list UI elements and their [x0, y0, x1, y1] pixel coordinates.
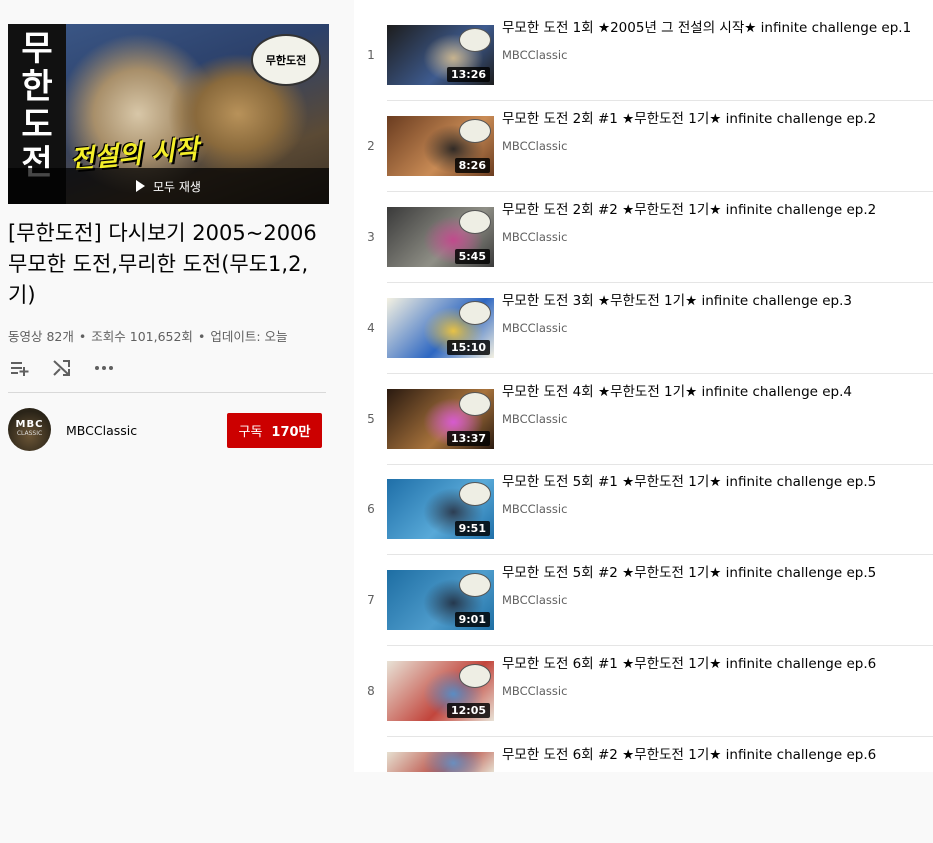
video-duration: 5:45	[454, 249, 490, 264]
list-item[interactable]: 3 5:45 무모한 도전 2회 #2 ★무한도전 1기★ infinite c…	[354, 202, 933, 298]
playlist-owner: MBC CLASSIC MBCClassic 구독 170만	[8, 408, 326, 452]
list-item[interactable]: 1 13:26 무모한 도전 1회 ★2005년 그 전설의 시작★ infin…	[354, 20, 933, 116]
row-divider	[387, 645, 933, 646]
list-item[interactable]: 2 8:26 무모한 도전 2회 #1 ★무한도전 1기★ infinite c…	[354, 111, 933, 207]
badge-icon	[459, 210, 491, 234]
badge-icon	[459, 573, 491, 597]
video-thumbnail[interactable]: 9:51	[387, 479, 494, 539]
hero-vertical-char: 도	[21, 105, 53, 145]
video-count: 동영상 82개	[8, 329, 74, 344]
list-item[interactable]: 7 9:01 무모한 도전 5회 #2 ★무한도전 1기★ infinite c…	[354, 565, 933, 661]
playlist-title[interactable]: [무한도전] 다시보기 2005~2006 무모한 도전,무리한 도전(무도1,…	[8, 218, 328, 311]
video-title[interactable]: 무모한 도전 3회 ★무한도전 1기★ infinite challenge e…	[502, 291, 933, 311]
video-thumbnail[interactable]	[387, 752, 494, 772]
video-thumbnail[interactable]: 12:05	[387, 661, 494, 721]
row-divider	[387, 464, 933, 465]
thumbnail-art	[387, 752, 494, 772]
video-duration: 8:26	[454, 158, 490, 173]
video-title[interactable]: 무모한 도전 6회 #2 ★무한도전 1기★ infinite challeng…	[502, 745, 933, 765]
subscriber-count: 170만	[271, 425, 311, 440]
more-icon[interactable]	[92, 356, 116, 380]
row-divider	[387, 736, 933, 737]
hero-vertical-char: 무	[21, 29, 53, 69]
video-duration: 12:05	[446, 703, 490, 718]
video-channel[interactable]: MBCClassic	[502, 684, 567, 698]
video-thumbnail[interactable]: 8:26	[387, 116, 494, 176]
video-title[interactable]: 무모한 도전 1회 ★2005년 그 전설의 시작★ infinite chal…	[502, 18, 933, 38]
video-duration: 13:37	[446, 431, 490, 446]
video-thumbnail[interactable]: 9:01	[387, 570, 494, 630]
video-index: 4	[367, 321, 375, 335]
video-thumbnail[interactable]: 13:26	[387, 25, 494, 85]
add-to-queue-icon[interactable]	[8, 356, 32, 380]
video-index: 8	[367, 684, 375, 698]
video-index: 5	[367, 412, 375, 426]
row-divider	[387, 554, 933, 555]
avatar-logo-sub: CLASSIC	[16, 430, 43, 437]
updated-text: 업데이트: 오늘	[210, 329, 288, 344]
row-divider	[387, 282, 933, 283]
video-title[interactable]: 무모한 도전 4회 ★무한도전 1기★ infinite challenge e…	[502, 382, 933, 402]
list-item[interactable]: 5 13:37 무모한 도전 4회 ★무한도전 1기★ infinite cha…	[354, 384, 933, 480]
video-title[interactable]: 무모한 도전 5회 #2 ★무한도전 1기★ infinite challeng…	[502, 563, 933, 583]
play-all-label: 모두 재생	[153, 179, 201, 194]
video-channel[interactable]: MBCClassic	[502, 230, 567, 244]
shuffle-icon[interactable]	[50, 356, 74, 380]
playlist-actions	[8, 356, 116, 380]
badge-icon	[459, 301, 491, 325]
badge-icon	[459, 664, 491, 688]
hero-vertical-char: 한	[21, 67, 53, 107]
video-title[interactable]: 무모한 도전 6회 #1 ★무한도전 1기★ infinite challeng…	[502, 654, 933, 674]
play-all-button[interactable]: 모두 재생	[8, 168, 329, 204]
badge-icon	[459, 28, 491, 52]
playlist-stats: 동영상 82개 • 조회수 101,652회 • 업데이트: 오늘	[8, 329, 288, 344]
row-divider	[387, 373, 933, 374]
divider	[8, 392, 326, 393]
video-channel[interactable]: MBCClassic	[502, 593, 567, 607]
video-duration: 9:01	[454, 612, 490, 627]
video-channel[interactable]: MBCClassic	[502, 48, 567, 62]
subscribe-label: 구독	[238, 425, 263, 440]
video-title[interactable]: 무모한 도전 2회 #2 ★무한도전 1기★ infinite challeng…	[502, 200, 933, 220]
play-icon	[136, 180, 145, 192]
video-index: 3	[367, 230, 375, 244]
badge-icon	[459, 392, 491, 416]
list-item[interactable]: 무모한 도전 6회 #2 ★무한도전 1기★ infinite challeng…	[354, 747, 933, 843]
video-index: 7	[367, 593, 375, 607]
avatar[interactable]: MBC CLASSIC	[8, 408, 51, 451]
playlist-video-list: 1 13:26 무모한 도전 1회 ★2005년 그 전설의 시작★ infin…	[354, 0, 933, 772]
badge-icon	[459, 119, 491, 143]
list-item[interactable]: 8 12:05 무모한 도전 6회 #1 ★무한도전 1기★ infinite …	[354, 656, 933, 752]
video-duration: 9:51	[454, 521, 490, 536]
video-index: 6	[367, 502, 375, 516]
playlist-hero-thumbnail[interactable]: 무 한 도 전 전설의 시작 무한도전 모두 재생	[8, 24, 329, 204]
row-divider	[387, 100, 933, 101]
video-index: 2	[367, 139, 375, 153]
video-duration: 13:26	[446, 67, 490, 82]
video-duration: 15:10	[446, 340, 490, 355]
channel-name[interactable]: MBCClassic	[66, 423, 137, 438]
badge-icon	[459, 482, 491, 506]
list-item[interactable]: 6 9:51 무모한 도전 5회 #1 ★무한도전 1기★ infinite c…	[354, 474, 933, 570]
hero-badge: 무한도전	[251, 34, 321, 86]
subscribe-button[interactable]: 구독 170만	[227, 413, 322, 448]
view-count: 조회수 101,652회	[91, 329, 193, 344]
video-channel[interactable]: MBCClassic	[502, 321, 567, 335]
video-channel[interactable]: MBCClassic	[502, 412, 567, 426]
playlist-sidebar: 무 한 도 전 전설의 시작 무한도전 모두 재생 [무한도전] 다시보기 20…	[0, 0, 354, 772]
video-channel[interactable]: MBCClassic	[502, 502, 567, 516]
video-title[interactable]: 무모한 도전 2회 #1 ★무한도전 1기★ infinite challeng…	[502, 109, 933, 129]
row-divider	[387, 191, 933, 192]
video-channel[interactable]: MBCClassic	[502, 139, 567, 153]
video-index: 1	[367, 48, 375, 62]
list-item[interactable]: 4 15:10 무모한 도전 3회 ★무한도전 1기★ infinite cha…	[354, 293, 933, 389]
video-title[interactable]: 무모한 도전 5회 #1 ★무한도전 1기★ infinite challeng…	[502, 472, 933, 492]
video-thumbnail[interactable]: 5:45	[387, 207, 494, 267]
video-thumbnail[interactable]: 13:37	[387, 389, 494, 449]
video-thumbnail[interactable]: 15:10	[387, 298, 494, 358]
